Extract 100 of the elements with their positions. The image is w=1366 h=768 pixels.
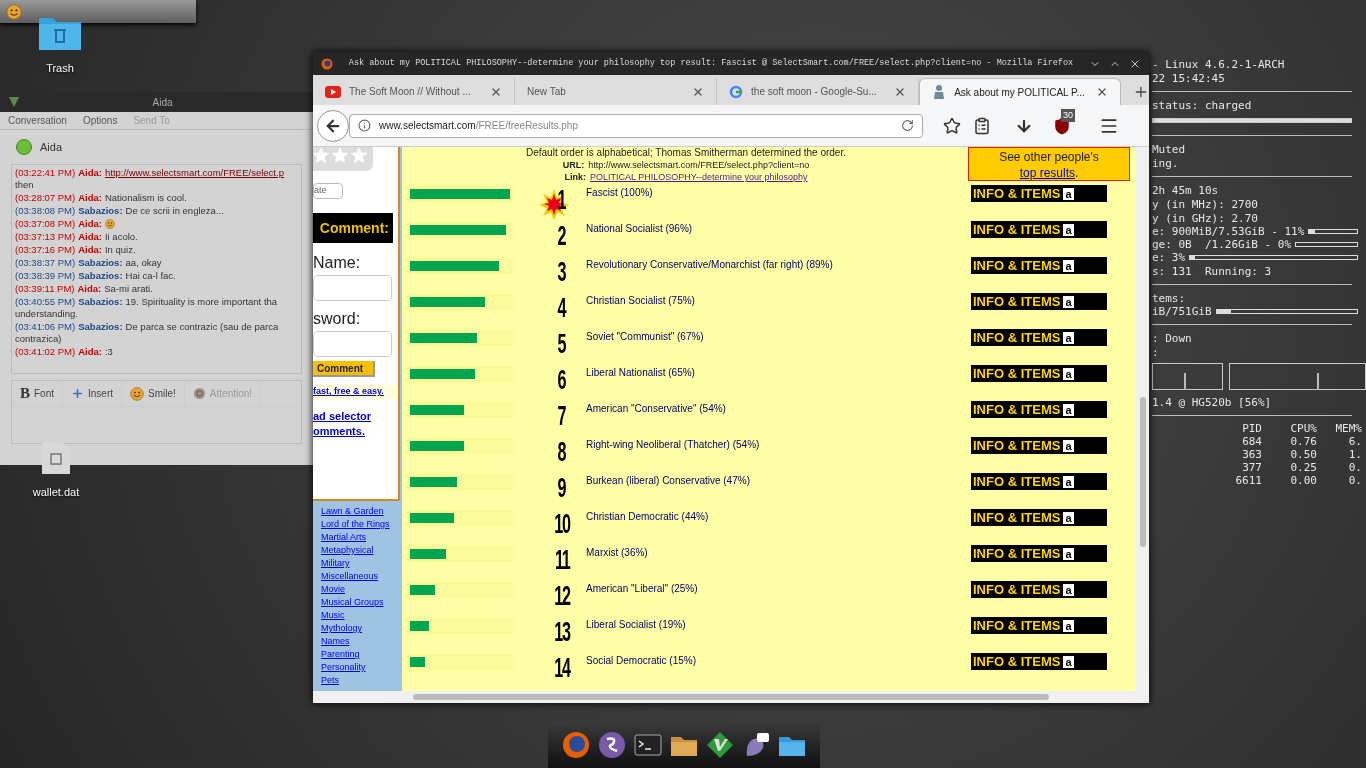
- system-stat-text: tems:: [1152, 291, 1187, 305]
- toolbar-button[interactable]: Smile!: [122, 381, 185, 406]
- info-items-button[interactable]: INFO & ITEMS a: [971, 365, 1107, 382]
- column-header: PID: [1241, 422, 1262, 435]
- table-cell-text: 0.: [1347, 474, 1362, 487]
- category-link[interactable]: Musical Groups: [321, 596, 400, 609]
- shield-icon[interactable]: [1053, 116, 1071, 135]
- column-header: CPU%: [1289, 422, 1317, 435]
- amazon-logo: a: [1063, 331, 1074, 344]
- message-text: De ce scrii in engleza...: [125, 205, 224, 217]
- info-items-button[interactable]: INFO & ITEMS a: [971, 509, 1107, 526]
- rating-stars[interactable]: [313, 147, 373, 171]
- message-text: Hai ca-l fac.: [125, 270, 176, 282]
- info-items-button[interactable]: INFO & ITEMS a: [971, 473, 1107, 490]
- info-items-button[interactable]: INFO & ITEMS a: [971, 185, 1107, 202]
- document-icon[interactable]: [40, 440, 72, 476]
- message-text: Nationalism is cool.: [104, 192, 187, 204]
- message-text: 19. Spirituality is more important tha: [125, 296, 278, 308]
- system-stat-text: e: 3%: [1152, 251, 1186, 264]
- sender-name: Aida:: [78, 218, 102, 230]
- comment-button[interactable]: Comment: [313, 361, 375, 377]
- category-link[interactable]: Military: [321, 557, 400, 570]
- table-cell-text: 0.50: [1289, 448, 1317, 461]
- info-items-button[interactable]: INFO & ITEMS a: [971, 221, 1107, 238]
- info-items-button[interactable]: INFO & ITEMS a: [971, 437, 1107, 454]
- result-label: Liberal Nationalist (65%): [586, 366, 696, 380]
- quiz-link[interactable]: POLITICAL PHILOSOPHY--determine your philosophy: [590, 171, 808, 183]
- category-link[interactable]: Lawn & Garden: [321, 505, 400, 518]
- rank-number: 2: [558, 221, 566, 251]
- bookmark-star-icon[interactable]: [943, 116, 961, 135]
- category-link[interactable]: Names: [321, 635, 400, 648]
- google-icon: [729, 84, 744, 99]
- table-cell-text: 0.00: [1289, 474, 1317, 487]
- promo-link[interactable]: fast, free & easy.: [313, 385, 398, 399]
- toolbar-button[interactable]: B Font: [12, 381, 64, 406]
- rank-number: 14: [554, 653, 570, 683]
- category-link[interactable]: Martial Arts: [321, 531, 400, 544]
- table-cell-text: 1.: [1347, 448, 1362, 461]
- sender-name: Aida:: [78, 244, 102, 256]
- system-stat-text: ing.: [1152, 156, 1180, 170]
- info-items-button[interactable]: INFO & ITEMS a: [971, 617, 1107, 634]
- category-link[interactable]: Movie: [321, 583, 400, 596]
- system-stat-text: : Down: [1152, 331, 1193, 345]
- scrollbar-thumb[interactable]: [1139, 397, 1146, 547]
- address-bar[interactable]: www.selectsmart.com/FREE/freeResults.php: [349, 113, 923, 138]
- category-link[interactable]: Music: [321, 609, 400, 622]
- rank-number: 9: [558, 473, 566, 503]
- back-button[interactable]: [317, 109, 349, 142]
- amazon-logo: a: [1063, 511, 1074, 524]
- vim-icon[interactable]: [705, 730, 735, 760]
- firefox-icon[interactable]: [561, 730, 591, 760]
- amazon-logo: a: [1063, 187, 1074, 200]
- category-link[interactable]: Mythology: [321, 622, 400, 635]
- password-field[interactable]: [313, 331, 392, 357]
- toolbar-button[interactable]: Insert: [63, 381, 123, 406]
- message-time: (03:38:37 PM): [15, 257, 76, 269]
- system-stat-text: Muted: [1152, 142, 1187, 156]
- count-badge: 30: [1061, 108, 1075, 122]
- message-link[interactable]: http://www.selectsmart.com/FREE/select.p: [104, 167, 284, 179]
- desktop-icon-label[interactable]: wallet.dat: [32, 484, 80, 501]
- browser-tab[interactable]: Ask about my POLITICAL P...: [919, 78, 1122, 105]
- rate-button[interactable]: ate: [313, 183, 343, 199]
- message-time: (03:38:39 PM): [15, 270, 76, 282]
- sender-name: Aida:: [78, 231, 102, 243]
- menu-item[interactable]: Options: [82, 113, 118, 128]
- info-items-button[interactable]: INFO & ITEMS a: [971, 329, 1107, 346]
- system-stat-text: 22 15:42:45: [1152, 71, 1226, 85]
- desktop-icon-label[interactable]: Trash: [46, 60, 74, 77]
- category-link[interactable]: Parenting: [321, 648, 400, 661]
- info-items-button[interactable]: INFO & ITEMS a: [971, 257, 1107, 274]
- clipboard-icon[interactable]: [973, 116, 991, 135]
- info-items-button[interactable]: INFO & ITEMS a: [971, 401, 1107, 418]
- info-items-button[interactable]: INFO & ITEMS a: [971, 545, 1107, 562]
- system-stat-text: e: 900MiB/7.53GiB - 11%: [1152, 225, 1305, 238]
- category-link[interactable]: Lord of the Rings: [321, 518, 400, 531]
- message-time: (03:40:55 PM): [15, 296, 76, 308]
- category-link[interactable]: Personality: [321, 661, 400, 674]
- info-items-button[interactable]: INFO & ITEMS a: [971, 653, 1107, 670]
- category-link[interactable]: Miscellaneous: [321, 570, 400, 583]
- scrollbar-thumb[interactable]: [413, 694, 1049, 700]
- rank-number: 11: [554, 545, 570, 575]
- amazon-logo: a: [1063, 223, 1074, 236]
- category-link[interactable]: Pets: [321, 674, 400, 687]
- reload-icon[interactable]: [901, 119, 914, 132]
- info-items-button[interactable]: INFO & ITEMS a: [971, 293, 1107, 310]
- sender-name: Sabazios:: [78, 296, 123, 308]
- selector-link[interactable]: ad selector: [313, 408, 398, 424]
- name-field[interactable]: [313, 275, 392, 301]
- result-label: Christian Socialist (75%): [586, 294, 696, 308]
- amazon-logo: a: [1063, 403, 1074, 416]
- emacs-icon[interactable]: [597, 730, 627, 760]
- table-cell-text: 0.25: [1289, 461, 1317, 474]
- category-link[interactable]: Metaphysical: [321, 544, 400, 557]
- selector-link[interactable]: omments.: [313, 423, 398, 439]
- top-results-link[interactable]: top results: [1019, 166, 1075, 180]
- table-cell-text: 377: [1241, 461, 1262, 474]
- info-items-button[interactable]: INFO & ITEMS a: [971, 581, 1107, 598]
- menu-item[interactable]: Conversation: [8, 113, 67, 128]
- system-stat-text: - Linux 4.6.2-1-ARCH: [1152, 57, 1286, 71]
- message-text: Sa-mi arati.: [104, 283, 153, 295]
